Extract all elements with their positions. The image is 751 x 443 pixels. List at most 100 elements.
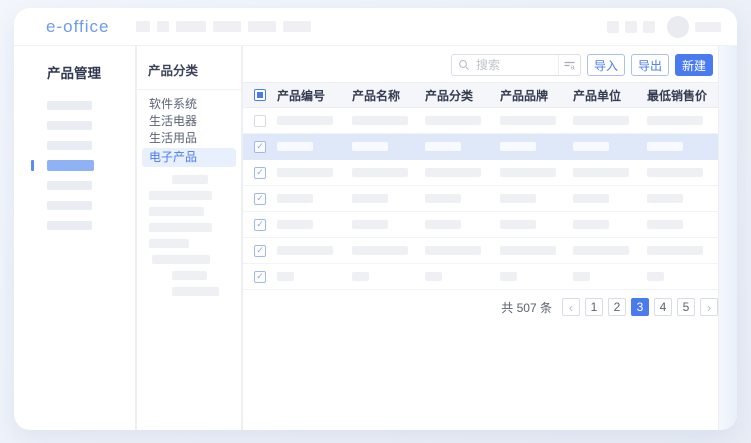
skeleton-bar bbox=[425, 246, 481, 255]
table-cell bbox=[573, 220, 647, 229]
skeleton-bar bbox=[573, 220, 609, 229]
skeleton-bar bbox=[277, 142, 313, 151]
export-button[interactable]: 导出 bbox=[631, 54, 669, 76]
prev-page-button[interactable]: ‹ bbox=[562, 298, 580, 316]
table-row-5[interactable] bbox=[243, 238, 718, 264]
column-header-4: 产品单位 bbox=[573, 87, 647, 104]
table-cell bbox=[425, 246, 500, 255]
table-cell bbox=[277, 194, 352, 203]
main-panel: a 导入 导出 新建 产品编号产品名称产品分类产品品牌产品单位最低销售价 bbox=[243, 46, 737, 430]
column-header-2: 产品分类 bbox=[425, 87, 500, 104]
page-button-5[interactable]: 5 bbox=[677, 298, 695, 316]
row-checkbox[interactable] bbox=[254, 167, 266, 179]
table-cell bbox=[647, 142, 718, 151]
table-cell bbox=[500, 168, 573, 177]
module-nav-item-placeholder[interactable] bbox=[47, 121, 92, 130]
skeleton-bar bbox=[647, 194, 683, 203]
search-box: a bbox=[451, 54, 581, 76]
table-row-6[interactable] bbox=[243, 264, 718, 290]
table-row-0[interactable] bbox=[243, 108, 718, 134]
category-item-0[interactable]: 软件系统 bbox=[137, 96, 241, 113]
table-cell bbox=[500, 272, 573, 281]
table-row-3[interactable] bbox=[243, 186, 718, 212]
module-nav-item-placeholder[interactable] bbox=[47, 181, 92, 190]
column-header-5: 最低销售价 bbox=[647, 87, 718, 104]
module-nav-item-active[interactable] bbox=[47, 160, 94, 171]
category-item-2[interactable]: 生活用品 bbox=[137, 130, 241, 147]
page-button-3[interactable]: 3 bbox=[631, 298, 649, 316]
row-checkbox[interactable] bbox=[254, 141, 266, 153]
table-cell bbox=[573, 116, 647, 125]
skeleton-bar bbox=[352, 272, 369, 281]
row-checkbox-cell bbox=[243, 193, 277, 205]
table-cell bbox=[647, 272, 718, 281]
module-nav-item-placeholder[interactable] bbox=[47, 221, 92, 230]
page-button-1[interactable]: 1 bbox=[585, 298, 603, 316]
table-cell bbox=[573, 168, 647, 177]
skeleton-bar bbox=[500, 168, 556, 177]
header-nav-placeholders bbox=[136, 21, 311, 32]
pagination: 共 507 条 ‹ 12345 › bbox=[243, 298, 718, 316]
row-checkbox-cell bbox=[243, 245, 277, 257]
row-checkbox[interactable] bbox=[254, 271, 266, 283]
svg-text:a: a bbox=[570, 63, 575, 72]
product-table: 产品编号产品名称产品分类产品品牌产品单位最低销售价 bbox=[243, 82, 718, 290]
category-item-3-active[interactable]: 电子产品 bbox=[142, 148, 236, 167]
skeleton-bar bbox=[647, 272, 664, 281]
row-checkbox[interactable] bbox=[254, 193, 266, 205]
category-skeleton-list bbox=[137, 175, 241, 296]
module-nav-item-placeholder[interactable] bbox=[47, 101, 92, 110]
skeleton-bar bbox=[425, 116, 481, 125]
row-checkbox[interactable] bbox=[254, 245, 266, 257]
next-page-button[interactable]: › bbox=[700, 298, 718, 316]
table-cell bbox=[425, 194, 500, 203]
import-button[interactable]: 导入 bbox=[587, 54, 625, 76]
table-cell bbox=[573, 246, 647, 255]
table-cell bbox=[352, 142, 425, 151]
category-skeleton-item bbox=[172, 287, 219, 296]
skeleton-bar bbox=[352, 142, 388, 151]
app-logo: e-office bbox=[46, 17, 109, 37]
content-scrollbar-strip[interactable] bbox=[719, 46, 737, 430]
module-nav-item-placeholder[interactable] bbox=[47, 201, 92, 210]
category-skeleton-item bbox=[149, 239, 189, 248]
table-cell bbox=[647, 246, 718, 255]
row-checkbox[interactable] bbox=[254, 115, 266, 127]
advanced-filter-icon[interactable]: a bbox=[558, 55, 580, 75]
table-cell bbox=[352, 168, 425, 177]
skeleton-bar bbox=[573, 194, 609, 203]
header-nav-placeholder bbox=[157, 21, 169, 32]
skeleton-bar bbox=[500, 116, 556, 125]
table-body bbox=[243, 108, 718, 290]
page-button-2[interactable]: 2 bbox=[608, 298, 626, 316]
table-cell bbox=[352, 272, 425, 281]
create-button[interactable]: 新建 bbox=[675, 54, 713, 76]
skeleton-bar bbox=[425, 168, 481, 177]
skeleton-bar bbox=[647, 116, 703, 125]
user-avatar[interactable] bbox=[667, 16, 689, 38]
page-button-4[interactable]: 4 bbox=[654, 298, 672, 316]
skeleton-bar bbox=[647, 246, 703, 255]
category-skeleton-item bbox=[172, 271, 207, 280]
header-action-placeholder bbox=[643, 21, 655, 33]
skeleton-bar bbox=[352, 116, 408, 125]
skeleton-bar bbox=[500, 246, 556, 255]
search-input[interactable] bbox=[470, 58, 558, 72]
category-item-1[interactable]: 生活电器 bbox=[137, 113, 241, 130]
table-row-4[interactable] bbox=[243, 212, 718, 238]
select-all-checkbox[interactable] bbox=[254, 89, 266, 101]
table-cell bbox=[573, 272, 647, 281]
skeleton-bar bbox=[500, 194, 536, 203]
table-cell bbox=[425, 168, 500, 177]
row-checkbox-cell bbox=[243, 271, 277, 283]
module-nav-item-placeholder[interactable] bbox=[47, 141, 92, 150]
table-row-1[interactable] bbox=[243, 134, 718, 160]
skeleton-bar bbox=[500, 220, 536, 229]
skeleton-bar bbox=[352, 168, 408, 177]
search-icon bbox=[458, 59, 470, 71]
row-checkbox[interactable] bbox=[254, 219, 266, 231]
user-name-placeholder bbox=[695, 22, 721, 32]
header-nav-placeholder bbox=[283, 21, 311, 32]
skeleton-bar bbox=[277, 116, 333, 125]
table-row-2[interactable] bbox=[243, 160, 718, 186]
